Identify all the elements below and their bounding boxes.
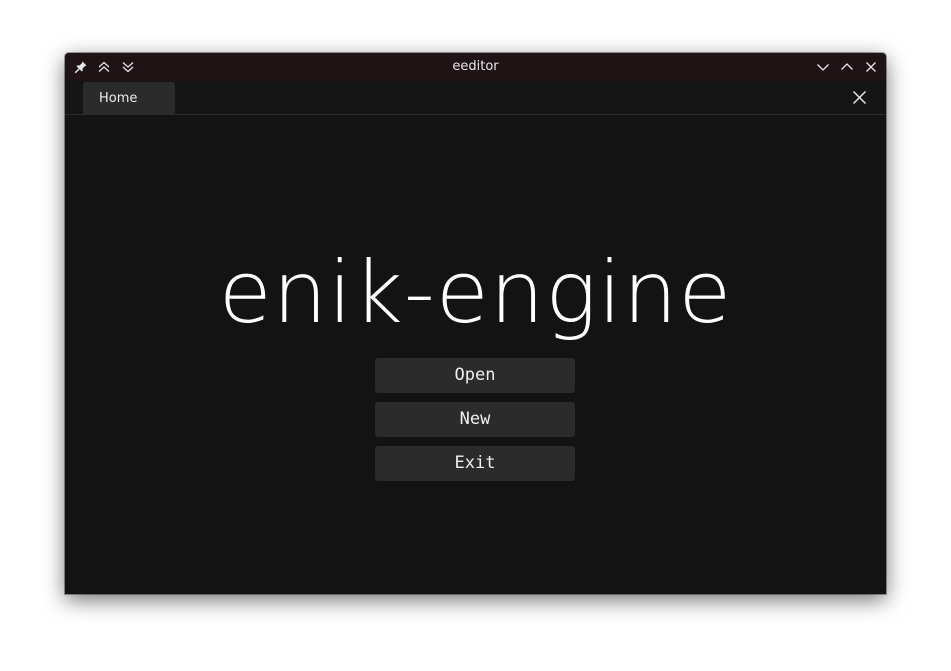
tab-close-icon[interactable] [851,89,868,106]
open-button[interactable]: Open [375,358,575,393]
engine-logo: enik-engine [218,243,733,343]
tab-home[interactable]: Home [83,82,175,114]
tab-label: Home [99,91,138,106]
minimize-icon[interactable] [815,59,831,75]
maximize-icon[interactable] [839,59,855,75]
tab-bar: Home [65,81,886,115]
new-button[interactable]: New [375,402,575,437]
window-title: eeditor [452,59,499,74]
home-panel: enik-engine Open New Exit [65,115,886,594]
exit-button[interactable]: Exit [375,446,575,481]
close-icon[interactable] [863,59,879,75]
title-bar[interactable]: eeditor [65,53,886,81]
app-window: eeditor Home enik-engine Open New Exit [65,53,886,594]
